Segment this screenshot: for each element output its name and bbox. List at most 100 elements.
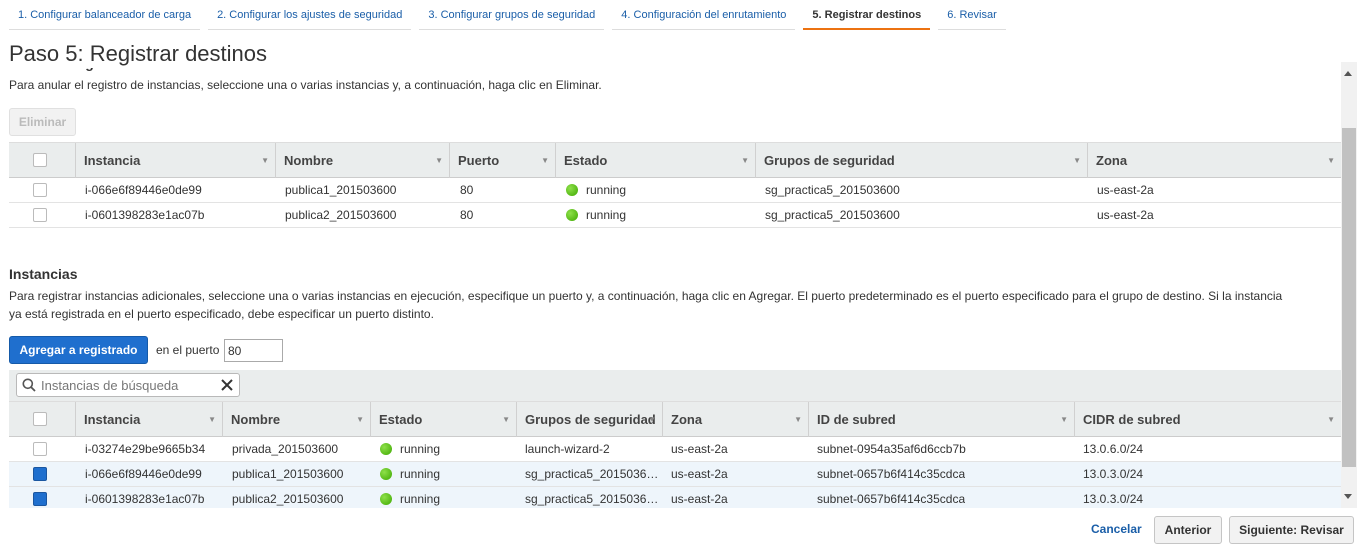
instance-name: publica1_201503600 <box>285 183 397 197</box>
add-to-registered-button[interactable]: Agregar a registrado <box>9 336 148 364</box>
security-group: sg_practica5_201503600 <box>765 183 900 197</box>
port: 80 <box>460 183 474 197</box>
scroll-up-arrow-icon[interactable] <box>1344 71 1352 76</box>
security-group: sg_practica5_2015036… <box>525 492 659 506</box>
search-icon <box>22 378 36 392</box>
sort-icon: ▼ <box>1060 415 1068 424</box>
subnet-id: subnet-0657b6f414c35cdca <box>817 492 966 506</box>
column-header-subnet-id[interactable]: ID de subred ▼ <box>808 402 1074 437</box>
port: 80 <box>460 208 474 222</box>
column-header-state[interactable]: Estado ▼ <box>555 143 755 178</box>
subnet-cidr: 13.0.6.0/24 <box>1083 442 1144 456</box>
instance-id: i-066e6f89446e0de99 <box>85 183 202 197</box>
sort-icon: ▼ <box>208 415 216 424</box>
zone: us-east-2a <box>671 467 728 481</box>
subnet-cidr: 13.0.3.0/24 <box>1083 467 1144 481</box>
state: running <box>558 178 626 202</box>
scrollbar-thumb[interactable] <box>1342 128 1356 467</box>
cancel-link[interactable]: Cancelar <box>1091 522 1142 536</box>
row-checkbox[interactable] <box>33 492 47 506</box>
port-input[interactable] <box>224 339 283 362</box>
wizard-step-6[interactable]: 6. Revisar <box>938 0 1006 30</box>
table-header: Instancia ▼ Nombre ▼ Estado ▼ Grupos de seg… <box>9 401 1341 437</box>
sort-icon: ▼ <box>794 415 802 424</box>
table-row[interactable]: i-066e6f89446e0de99 publica1_201503600 8… <box>9 178 1341 203</box>
wizard-step-3[interactable]: 3. Configurar grupos de seguridad <box>419 0 605 30</box>
remove-button[interactable]: Eliminar <box>9 108 76 136</box>
select-all-checkbox[interactable] <box>33 412 47 426</box>
state: running <box>372 462 440 486</box>
state: running <box>372 437 440 461</box>
instance-name: publica2_201503600 <box>285 208 397 222</box>
sort-icon: ▼ <box>1073 156 1081 165</box>
next-review-button[interactable]: Siguiente: Revisar <box>1229 516 1354 544</box>
column-header-security-groups[interactable]: Grupos de seguridad ▼ <box>755 143 1087 178</box>
wizard-step-5[interactable]: 5. Registrar destinos <box>803 0 931 30</box>
search-box <box>16 373 240 397</box>
search-input[interactable] <box>41 376 211 394</box>
security-group: sg_practica5_201503600 <box>765 208 900 222</box>
subnet-id: subnet-0657b6f414c35cdca <box>817 467 966 481</box>
instance-id: i-0601398283e1ac07b <box>85 492 205 506</box>
sort-icon: ▼ <box>435 156 443 165</box>
sort-icon: ▼ <box>1327 415 1335 424</box>
column-header-state[interactable]: Estado ▼ <box>370 402 516 437</box>
sort-icon: ▼ <box>1327 156 1335 165</box>
zone: us-east-2a <box>1097 208 1154 222</box>
state: running <box>372 487 440 508</box>
instance-id: i-03274e29be9665b34 <box>85 442 206 456</box>
column-header-port[interactable]: Puerto ▼ <box>449 143 555 178</box>
zone: us-east-2a <box>1097 183 1154 197</box>
instance-id: i-0601398283e1ac07b <box>85 208 205 222</box>
sort-icon: ▼ <box>502 415 510 424</box>
table-header: Instancia ▼ Nombre ▼ Puerto ▼ Estado ▼ Grupo… <box>9 142 1341 178</box>
sort-icon: ▼ <box>541 156 549 165</box>
state: running <box>558 203 626 227</box>
column-header-zone[interactable]: Zona ▼ <box>662 402 808 437</box>
clear-icon[interactable] <box>220 378 234 392</box>
scroll-down-arrow-icon[interactable] <box>1344 494 1352 499</box>
wizard-step-2[interactable]: 2. Configurar los ajustes de seguridad <box>208 0 412 30</box>
search-bar <box>9 370 1341 402</box>
vertical-scrollbar[interactable] <box>1341 62 1357 508</box>
page-title: Paso 5: Registrar destinos <box>9 40 274 68</box>
instances-heading: Instancias <box>9 266 78 282</box>
table-row[interactable]: i-03274e29be9665b34 privada_201503600 ru… <box>9 437 1341 462</box>
security-group: sg_practica5_2015036… <box>525 467 659 481</box>
column-header-subnet-cidr[interactable]: CIDR de subred ▼ <box>1074 402 1341 437</box>
instance-id: i-066e6f89446e0de99 <box>85 467 202 481</box>
running-status-icon <box>380 443 392 455</box>
column-header-instance[interactable]: Instancia ▼ <box>75 402 222 437</box>
previous-button[interactable]: Anterior <box>1154 516 1222 544</box>
instances-description: Para registrar instancias adicionales, s… <box>9 289 1283 321</box>
running-status-icon <box>566 184 578 196</box>
column-header-instance[interactable]: Instancia ▼ <box>75 143 275 178</box>
registered-targets-description: Para anular el registro de instancias, s… <box>9 78 602 92</box>
table-row[interactable]: i-0601398283e1ac07b publica2_201503600 8… <box>9 203 1341 228</box>
wizard-step-1[interactable]: 1. Configurar balanceador de carga <box>9 0 201 30</box>
sort-icon: ▼ <box>356 415 364 424</box>
wizard-step-4[interactable]: 4. Configuración del enrutamiento <box>612 0 796 30</box>
sort-icon: ▼ <box>648 415 656 424</box>
running-status-icon <box>380 468 392 480</box>
column-header-zone[interactable]: Zona ▼ <box>1087 143 1341 178</box>
row-checkbox[interactable] <box>33 208 47 222</box>
instance-name: publica1_201503600 <box>232 467 344 481</box>
row-checkbox[interactable] <box>33 442 47 456</box>
column-header-name[interactable]: Nombre ▼ <box>222 402 370 437</box>
registered-targets-table: Instancia ▼ Nombre ▼ Puerto ▼ Estado ▼ Grupo… <box>9 142 1341 228</box>
column-header-security-groups[interactable]: Grupos de seguridad ▼ <box>516 402 662 437</box>
running-status-icon <box>380 493 392 505</box>
zone: us-east-2a <box>671 442 728 456</box>
column-header-name[interactable]: Nombre ▼ <box>275 143 449 178</box>
table-row[interactable]: i-066e6f89446e0de99 publica1_201503600 r… <box>9 462 1341 487</box>
row-checkbox[interactable] <box>33 467 47 481</box>
subnet-id: subnet-0954a35af6d6ccb7b <box>817 442 966 456</box>
row-checkbox[interactable] <box>33 183 47 197</box>
zone: us-east-2a <box>671 492 728 506</box>
instance-name: publica2_201503600 <box>232 492 344 506</box>
instances-table: Instancia ▼ Nombre ▼ Estado ▼ Grupos de seg… <box>9 401 1341 508</box>
table-row[interactable]: i-0601398283e1ac07b publica2_201503600 r… <box>9 487 1341 508</box>
select-all-checkbox[interactable] <box>33 153 47 167</box>
instance-name: privada_201503600 <box>232 442 339 456</box>
